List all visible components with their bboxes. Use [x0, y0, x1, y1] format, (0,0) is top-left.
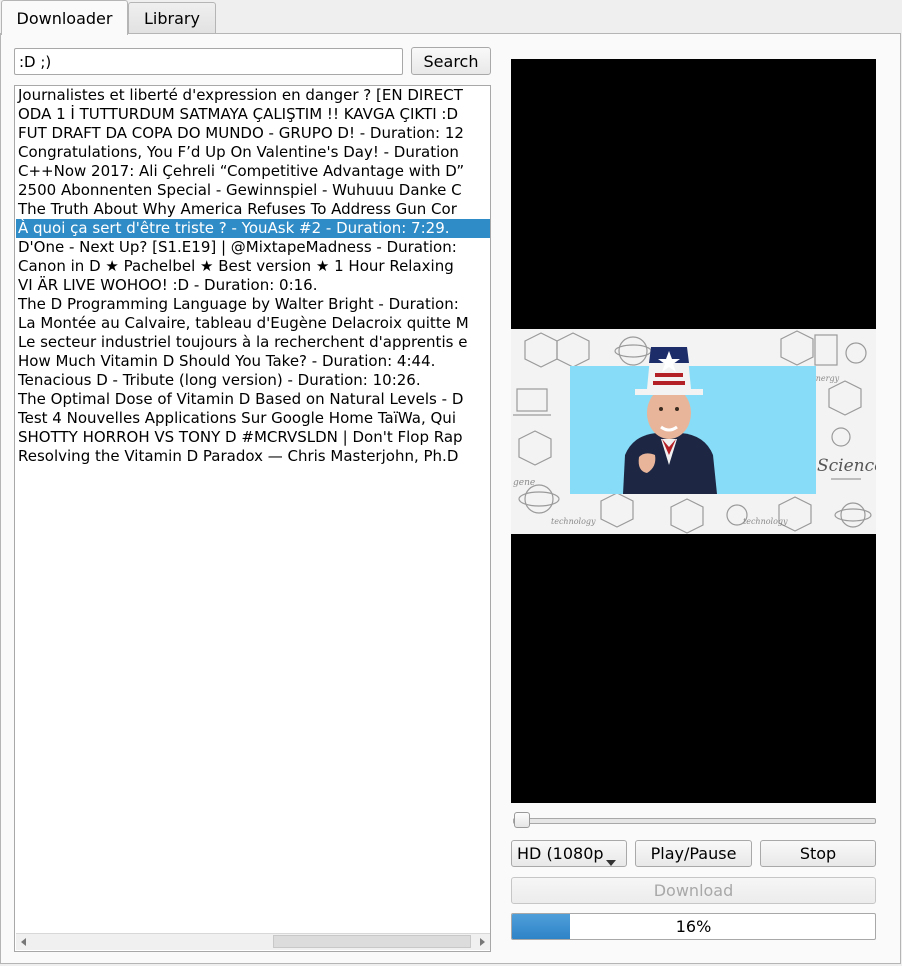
results-rows: Journalistes et liberté d'expression en … — [16, 86, 490, 466]
list-item[interactable]: Le secteur industriel toujours à la rech… — [16, 333, 490, 352]
scrollbar-thumb[interactable] — [273, 935, 471, 948]
tab-library[interactable]: Library — [128, 2, 216, 33]
quality-value: HD (1080p) — [517, 844, 603, 863]
horizontal-scrollbar[interactable] — [16, 933, 490, 950]
svg-text:gene: gene — [513, 478, 535, 488]
list-item[interactable]: C++Now 2017: Ali Çehreli “Competitive Ad… — [16, 162, 490, 181]
tab-library-label: Library — [144, 8, 200, 28]
list-item[interactable]: VI ÄR LIVE WOHOO! :D - Duration: 0:16. — [16, 276, 490, 295]
progress-text: 16% — [675, 917, 712, 936]
science-doodle-background: energy energy gene technology technology… — [513, 330, 876, 534]
tab-downloader-label: Downloader — [16, 8, 113, 28]
scroll-left-icon[interactable] — [16, 934, 32, 950]
list-item[interactable]: How Much Vitamin D Should You Take? - Du… — [16, 352, 490, 371]
tab-downloader[interactable]: Downloader — [1, 0, 128, 35]
seek-handle[interactable] — [514, 812, 530, 828]
list-item[interactable]: 2500 Abonnenten Special - Gewinnspiel - … — [16, 181, 490, 200]
chevron-down-icon — [606, 851, 616, 870]
svg-text:Science: Science — [817, 456, 876, 476]
list-item[interactable]: ODA 1 İ TUTTURDUM SATMAYA ÇALIŞTIM !! KA… — [16, 105, 490, 124]
download-button[interactable]: Download — [511, 877, 876, 904]
list-item[interactable]: Congratulations, You F’d Up On Valentine… — [16, 143, 490, 162]
list-item[interactable]: FUT DRAFT DA COPA DO MUNDO - GRUPO D! - … — [16, 124, 490, 143]
svg-text:technology: technology — [551, 517, 596, 526]
search-button-label: Search — [423, 51, 479, 71]
video-thumbnail: energy energy gene technology technology… — [511, 329, 876, 534]
video-player[interactable]: energy energy gene technology technology… — [511, 59, 876, 803]
list-item[interactable]: À quoi ça sert d'être triste ? - YouAsk … — [16, 219, 490, 238]
list-item[interactable]: The Optimal Dose of Vitamin D Based on N… — [16, 390, 490, 409]
scroll-right-icon[interactable] — [474, 934, 490, 950]
list-item[interactable]: SHOTTY HORROH VS TONY D #MCRVSLDN | Don'… — [16, 428, 490, 447]
play-pause-label: Play/Pause — [650, 844, 737, 863]
stop-label: Stop — [799, 844, 837, 863]
download-progress-bar: 16% — [511, 913, 876, 940]
seek-groove — [513, 818, 876, 824]
list-item[interactable]: The D Programming Language by Walter Bri… — [16, 295, 490, 314]
svg-text:technology: technology — [743, 517, 788, 526]
list-item[interactable]: The Truth About Why America Refuses To A… — [16, 200, 490, 219]
play-pause-button[interactable]: Play/Pause — [635, 840, 752, 867]
list-item[interactable]: Test 4 Nouvelles Applications Sur Google… — [16, 409, 490, 428]
list-item[interactable]: Resolving the Vitamin D Paradox — Chris … — [16, 447, 490, 466]
list-item[interactable]: Journalistes et liberté d'expression en … — [16, 86, 490, 105]
quality-select[interactable]: HD (1080p) — [511, 840, 627, 867]
list-item[interactable]: Tenacious D - Tribute (long version) - D… — [16, 371, 490, 390]
tab-bar: Downloader Library — [0, 0, 902, 35]
seek-slider[interactable] — [511, 812, 876, 828]
list-item[interactable]: D'One - Next Up? [S1.E19] | @MixtapeMadn… — [16, 238, 490, 257]
results-list[interactable]: Journalistes et liberté d'expression en … — [14, 85, 491, 952]
download-label: Download — [653, 881, 734, 900]
list-item[interactable]: La Montée au Calvaire, tableau d'Eugène … — [16, 314, 490, 333]
stop-button[interactable]: Stop — [760, 840, 876, 867]
list-item[interactable]: Canon in D ★ Pachelbel ★ Best version ★ … — [16, 257, 490, 276]
search-button[interactable]: Search — [411, 47, 491, 75]
search-input[interactable] — [14, 48, 403, 75]
